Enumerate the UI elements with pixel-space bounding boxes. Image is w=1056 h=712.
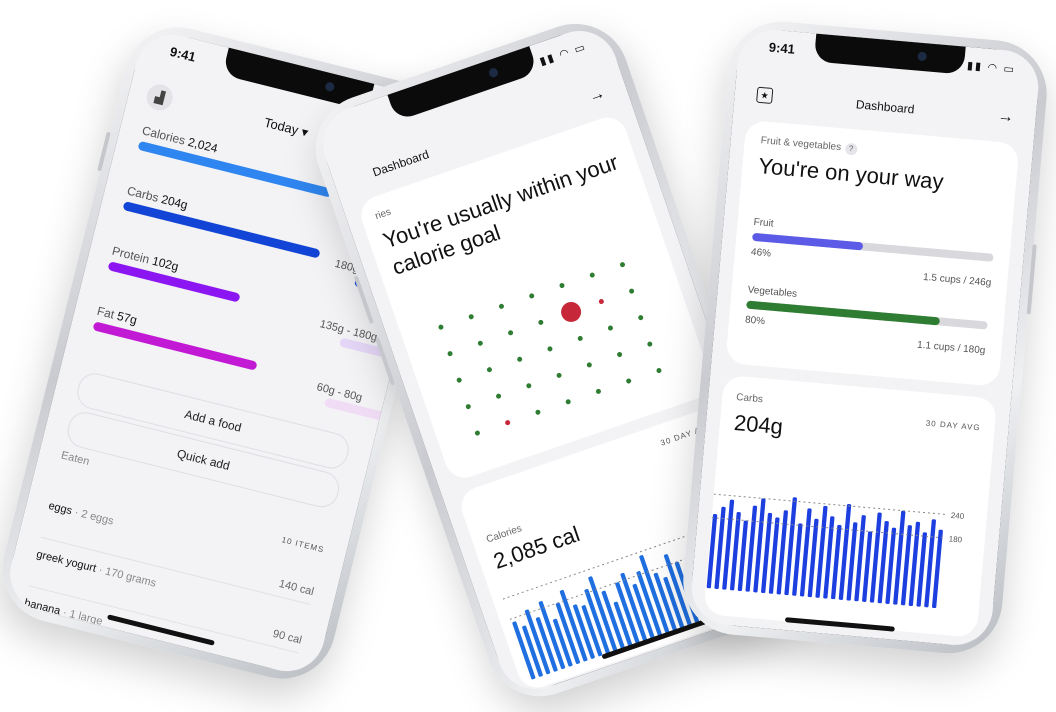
header-title: Dashboard <box>370 147 431 180</box>
day-dot <box>617 351 623 357</box>
progress-fruit: Fruit 46% 1.5 cups / 246g <box>749 217 995 298</box>
date-selector[interactable]: Today ▾ <box>262 114 310 141</box>
fruit-veg-card[interactable]: Fruit & vegetables? You're on your way F… <box>725 119 1020 387</box>
day-dot <box>547 346 553 352</box>
day-dot <box>474 430 480 436</box>
day-dot <box>538 319 544 325</box>
day-dot <box>535 409 541 415</box>
status-time: 9:41 <box>168 43 198 65</box>
date-selector-label: Today <box>262 114 300 138</box>
day-dot <box>468 314 474 320</box>
day-dot <box>619 262 625 268</box>
card-kicker: ries <box>373 206 393 223</box>
food-quantity: · 170 grams <box>97 563 158 590</box>
metric-value: 204g <box>733 409 784 440</box>
eaten-heading: Eaten <box>59 449 91 468</box>
selected-day-dot <box>561 301 582 322</box>
card-headline: You're on your way <box>757 153 945 195</box>
status-time: 9:41 <box>768 39 796 57</box>
food-quantity: · 2 eggs <box>73 506 115 528</box>
phone-fruit-veg-dashboard: 9:41 ▮▮ ◠ ▭ ★ Dashboard → Fruit & vegeta… <box>678 17 1052 658</box>
day-dot <box>565 399 571 405</box>
day-dot <box>456 377 462 383</box>
reference-label: 180 <box>948 534 963 544</box>
day-dot <box>447 351 453 357</box>
day-dot <box>477 340 483 346</box>
reference-line <box>713 493 947 516</box>
day-dot <box>517 356 523 362</box>
macro-value: 57g <box>115 308 139 328</box>
arrow-right-icon[interactable]: → <box>587 85 608 107</box>
power-button <box>1026 244 1037 315</box>
progress-amount: 1.5 cups / 246g <box>922 271 992 289</box>
signal-wifi-battery-icon: ▮▮ ◠ ▭ <box>538 40 589 69</box>
signal-wifi-battery-icon: ▮▮ ◠ ▭ <box>966 59 1017 77</box>
reference-label: 240 <box>950 511 965 521</box>
volume-button <box>97 131 111 172</box>
avg-label: 30 DAY AVG <box>925 418 981 433</box>
day-dot <box>577 335 583 341</box>
progress-percent: 46% <box>750 246 772 260</box>
day-dot <box>556 372 562 378</box>
day-dot <box>496 393 502 399</box>
day-dot <box>629 288 635 294</box>
day-dot <box>559 282 565 288</box>
help-icon[interactable]: ? <box>844 142 858 156</box>
progress-percent: 80% <box>744 314 766 328</box>
day-dot <box>508 330 514 336</box>
day-dot <box>607 325 613 331</box>
macro-value: 102g <box>150 253 181 274</box>
star-badge-icon[interactable]: ★ <box>756 86 774 105</box>
day-dot <box>626 378 632 384</box>
progress-amount: 1.1 cups / 180g <box>916 339 986 357</box>
stats-icon[interactable]: ▟ <box>143 81 176 114</box>
day-dot <box>529 293 535 299</box>
day-dot <box>595 388 601 394</box>
food-name: eggs · 2 eggs <box>47 499 115 528</box>
carbs-avg-card[interactable]: Carbs 204g 30 DAY AVG 240 180 <box>703 374 998 638</box>
arrow-right-icon[interactable]: → <box>997 108 1014 127</box>
day-dot <box>486 367 492 373</box>
day-dot <box>498 303 504 309</box>
header-title: Dashboard <box>855 97 916 117</box>
food-quantity: · 1 large <box>61 606 104 628</box>
macro-value: 204g <box>159 192 190 213</box>
screen-fruit-veg-dashboard: 9:41 ▮▮ ◠ ▭ ★ Dashboard → Fruit & vegeta… <box>688 26 1042 649</box>
food-calories: 90 cal <box>271 627 303 647</box>
day-dot <box>438 324 444 330</box>
progress-vegetables: Vegetables 80% 1.1 cups / 180g <box>743 285 989 366</box>
over-goal-dot <box>505 420 511 426</box>
day-dot <box>589 272 595 278</box>
metric-label: Carbs <box>735 392 764 406</box>
day-dot <box>465 404 471 410</box>
card-kicker: Fruit & vegetables? <box>760 135 858 156</box>
day-dot <box>586 362 592 368</box>
day-dot <box>526 383 532 389</box>
food-name: banana · 1 large <box>23 596 104 628</box>
carbs-bar-chart: 240 180 <box>706 493 965 609</box>
day-dot <box>638 315 644 321</box>
food-calories: 140 cal <box>277 577 316 599</box>
macro-value: 2,024 <box>186 134 220 156</box>
food-calories: 112 cal <box>254 675 291 679</box>
over-goal-dot <box>598 299 604 305</box>
chevron-down-icon: ▾ <box>299 123 310 141</box>
card-kicker-text: Fruit & vegetables <box>760 135 842 154</box>
day-dot <box>647 341 653 347</box>
day-dot <box>656 368 662 374</box>
